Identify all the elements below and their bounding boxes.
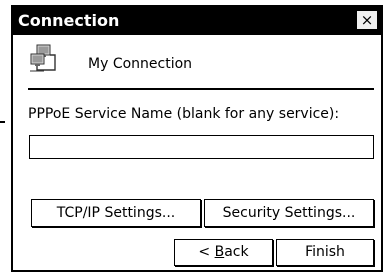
- dialog-title: Connection: [18, 11, 120, 30]
- back-label-rest: ack: [224, 244, 249, 260]
- connection-dialog: Connection × My Connection PPPoE Service…: [11, 5, 383, 272]
- back-prefix: <: [198, 244, 215, 260]
- back-mnemonic: B: [214, 244, 225, 260]
- title-bar: Connection ×: [13, 7, 381, 35]
- pppoe-service-label: PPPoE Service Name (blank for any servic…: [28, 106, 340, 122]
- connection-name: My Connection: [88, 56, 193, 72]
- pppoe-service-input[interactable]: [29, 135, 374, 159]
- close-button[interactable]: ×: [356, 10, 378, 30]
- security-settings-button[interactable]: Security Settings...: [204, 199, 374, 227]
- tcpip-settings-button[interactable]: TCP/IP Settings...: [31, 199, 201, 227]
- finish-button[interactable]: Finish: [276, 239, 374, 266]
- margin-tick-mark: [0, 121, 5, 123]
- network-connection-icon: [30, 44, 56, 72]
- back-button[interactable]: < Back: [174, 239, 273, 266]
- separator: [28, 88, 374, 90]
